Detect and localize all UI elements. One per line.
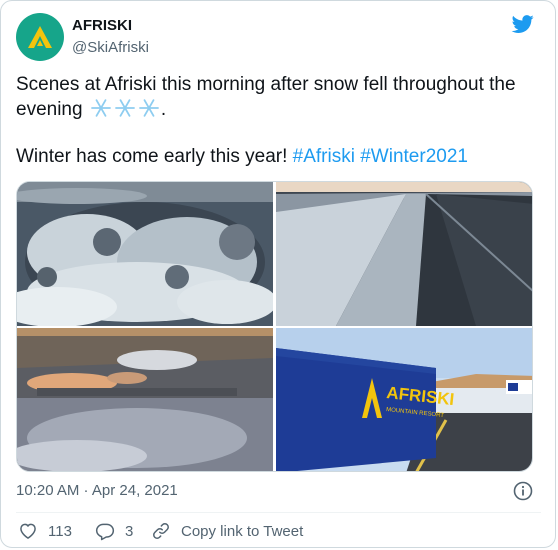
divider [16, 512, 541, 513]
twitter-bird-icon[interactable] [511, 13, 535, 35]
link-icon [153, 523, 169, 539]
snowflake-icon [90, 99, 159, 117]
tweet-card: AFRISKI @SkiAfriski Scenes at Afriski th… [0, 0, 556, 548]
media-grid: AFRISKI MOUNTAIN RESORT [16, 181, 533, 472]
photo-snowy-shrubs[interactable] [17, 182, 273, 326]
hashtag-afriski[interactable]: #Afriski [293, 146, 355, 167]
avatar[interactable] [16, 13, 64, 61]
tweet-text: Scenes at Afriski this morning after sno… [16, 72, 541, 169]
like-button[interactable]: 113 [18, 521, 72, 541]
tweet-text-line3: Winter has come early this year! [16, 146, 288, 167]
photo-snowy-road[interactable] [276, 182, 532, 326]
heart-icon [20, 523, 36, 539]
copy-link-button[interactable]: Copy link to Tweet [151, 521, 303, 541]
afriski-logo-icon [28, 26, 52, 48]
photo-frozen-ground[interactable] [17, 328, 273, 471]
reply-icon [95, 523, 115, 541]
hashtag-winter2021[interactable]: #Winter2021 [360, 146, 468, 167]
tweet-text-line1: Scenes at Afriski this morning after sno… [16, 74, 516, 95]
like-count: 113 [48, 522, 72, 540]
reply-count: 3 [125, 522, 134, 540]
tweet-text-period: . [160, 99, 167, 120]
copy-link-label: Copy link to Tweet [181, 522, 304, 540]
display-name[interactable]: AFRISKI [72, 17, 132, 34]
info-icon[interactable] [513, 481, 533, 501]
user-handle[interactable]: @SkiAfriski [72, 39, 149, 56]
reply-button[interactable]: 3 [95, 521, 133, 541]
tweet-text-line2: evening [16, 99, 83, 120]
tweet-timestamp[interactable]: 10:20 AM · Apr 24, 2021 [16, 482, 178, 499]
photo-afriski-banner[interactable]: AFRISKI MOUNTAIN RESORT [276, 328, 532, 471]
